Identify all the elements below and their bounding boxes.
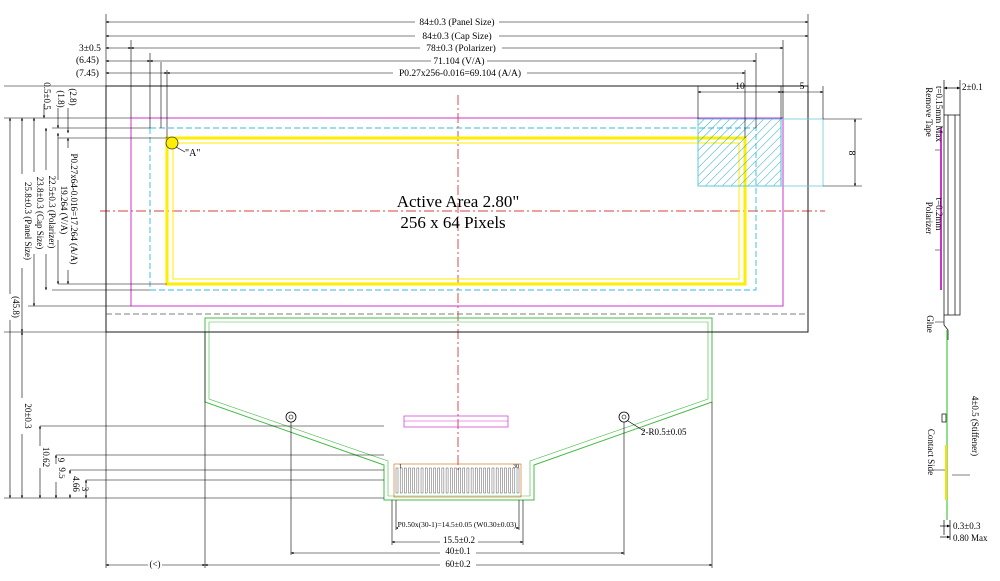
- side-view: 2±0.1 Remove Tape t=0.15mm Max Polarizer…: [924, 80, 988, 543]
- contact-finger: [500, 467, 503, 494]
- oled-mechanical-drawing: "A" Active Area 2.80" 256 x 64 Pixels 2-…: [4, 14, 988, 569]
- contact-finger: [450, 467, 453, 494]
- contact-finger: [516, 467, 520, 494]
- fpc-hole-right-inner: [621, 414, 627, 420]
- dim-40: 40±0.1: [445, 546, 470, 556]
- dim-left-polarizer: 22.5±0.3 (Polarizer): [47, 176, 57, 249]
- contact-finger: [475, 467, 478, 494]
- side-polarizer: Polarizer: [924, 202, 934, 234]
- contact-finger: [404, 467, 407, 494]
- fpc-contacts: [393, 463, 522, 498]
- contact-finger: [512, 467, 516, 494]
- hatched-corner-area: [697, 118, 782, 187]
- dim-1062: 10.62: [41, 447, 51, 467]
- front-view: "A" Active Area 2.80" 256 x 64 Pixels 2-…: [4, 14, 862, 569]
- contact-finger: [487, 467, 490, 494]
- side-polarizer-thickness: t=0.2mm: [934, 198, 944, 231]
- contact-finger: [420, 467, 424, 494]
- dim-pitch: P0.50x(30-1)=14.5±0.05 (W0.30±0.03): [398, 520, 517, 529]
- dim-aa-offset: (7.45): [76, 68, 99, 79]
- dim-va: 71.104 (V/A): [433, 56, 484, 67]
- dim-9: 9: [56, 458, 66, 463]
- contact-finger: [458, 467, 461, 494]
- side-contact-side: Contact Side: [926, 429, 936, 475]
- dim-left-va: 19.264 (V/A): [59, 186, 69, 235]
- contact-finger: [483, 467, 486, 494]
- contact-finger: [441, 467, 445, 494]
- dim-left-cap: 23.8±0.3 (Cap Size): [35, 177, 45, 249]
- dim-left-total: (45.8): [11, 296, 21, 318]
- contact-finger: [412, 467, 415, 494]
- left-dimension-labels: 0.5±0.5 (2.8) (1.8) P0.27x64-0.016=17.26…: [5, 82, 90, 494]
- contact-finger: [462, 467, 465, 494]
- side-remove-tape: Remove Tape: [924, 87, 934, 136]
- dim-3: 3: [80, 487, 90, 492]
- side-view-outline: [940, 80, 961, 540]
- dim-155: 15.5±0.2: [443, 535, 475, 545]
- pin-1-label: 1: [399, 464, 402, 470]
- pixel-count: 256 x 64 Pixels: [400, 213, 505, 232]
- dim-60: 60±0.2: [445, 559, 470, 569]
- fpc-hole-left-inner: [288, 414, 294, 420]
- active-area-title: Active Area 2.80": [397, 192, 520, 211]
- contact-finger: [425, 467, 428, 494]
- contact-finger: [429, 467, 432, 494]
- point-a-label: "A": [185, 148, 200, 159]
- side-glue: Glue: [925, 315, 935, 333]
- dim-28: (2.8): [68, 88, 78, 105]
- side-d080: 0.80 Max: [953, 533, 988, 543]
- side-view-labels: 2±0.1 Remove Tape t=0.15mm Max Polarizer…: [924, 82, 988, 543]
- point-a-leader: [175, 146, 186, 153]
- dim-05: 0.5±0.5: [42, 82, 52, 110]
- contact-finger: [399, 467, 403, 494]
- dim-466: 4.66: [71, 476, 81, 492]
- contact-frame: [393, 463, 522, 498]
- dim-offset: (<): [149, 559, 160, 569]
- contact-finger: [479, 467, 482, 494]
- dim-aa: P0.27x256-0.016=69.104 (A/A): [399, 68, 521, 79]
- contact-finger: [395, 467, 399, 494]
- contact-finger: [508, 467, 511, 494]
- hole-label: 2-R0.5±0.05: [641, 427, 687, 437]
- cap-outline: [130, 117, 784, 307]
- contact-finger: [470, 467, 474, 494]
- dim-18: (1.8): [56, 90, 66, 107]
- dim-fpc-length: 20±0.3: [23, 403, 33, 429]
- side-stiffener: 4±0.5 (Stiffener): [970, 396, 980, 456]
- bottom-dimension-labels: P0.50x(30-1)=14.5±0.05 (W0.30±0.03) 15.5…: [148, 519, 517, 569]
- dim-polarizer: 78±0.3 (Polarizer): [426, 43, 496, 54]
- contact-finger: [433, 467, 436, 494]
- fpc-hole-right: [618, 411, 630, 423]
- dim-va-offset: (6.45): [76, 55, 99, 66]
- fpc-marker-rect: [403, 415, 509, 428]
- contact-finger: [416, 467, 420, 494]
- dim-left-aa: P0.27x64-0.016=17.264 (A/A): [69, 153, 79, 264]
- bottom-dimensions: [105, 332, 713, 568]
- side-d03: 0.3±0.3: [953, 521, 981, 531]
- dim-corner-w2: 5: [800, 82, 805, 92]
- contact-finger: [491, 467, 495, 494]
- pin-30-label: 30: [513, 464, 519, 470]
- contact-finger: [495, 467, 499, 494]
- fpc-hole-left: [285, 411, 297, 423]
- contact-finger: [437, 467, 440, 494]
- side-thickness: 2±0.1: [962, 82, 983, 92]
- contact-finger: [445, 467, 449, 494]
- contact-finger: [504, 467, 507, 494]
- side-tape-thickness: t=0.15mm Max: [934, 86, 944, 143]
- contact-finger: [454, 467, 457, 494]
- dim-corner-w: 10: [735, 82, 745, 92]
- dim-cap-size: 84±0.3 (Cap Size): [422, 31, 491, 42]
- contact-finger: [466, 467, 470, 494]
- dim-panel-size: 84±0.3 (Panel Size): [419, 17, 494, 28]
- dim-polarizer-offset: 3±0.5: [79, 44, 101, 54]
- dim-left-panel: 25.8±0.3 (Panel Size): [23, 182, 33, 260]
- dim-corner-h: 8: [846, 151, 856, 156]
- contact-finger: [408, 467, 411, 494]
